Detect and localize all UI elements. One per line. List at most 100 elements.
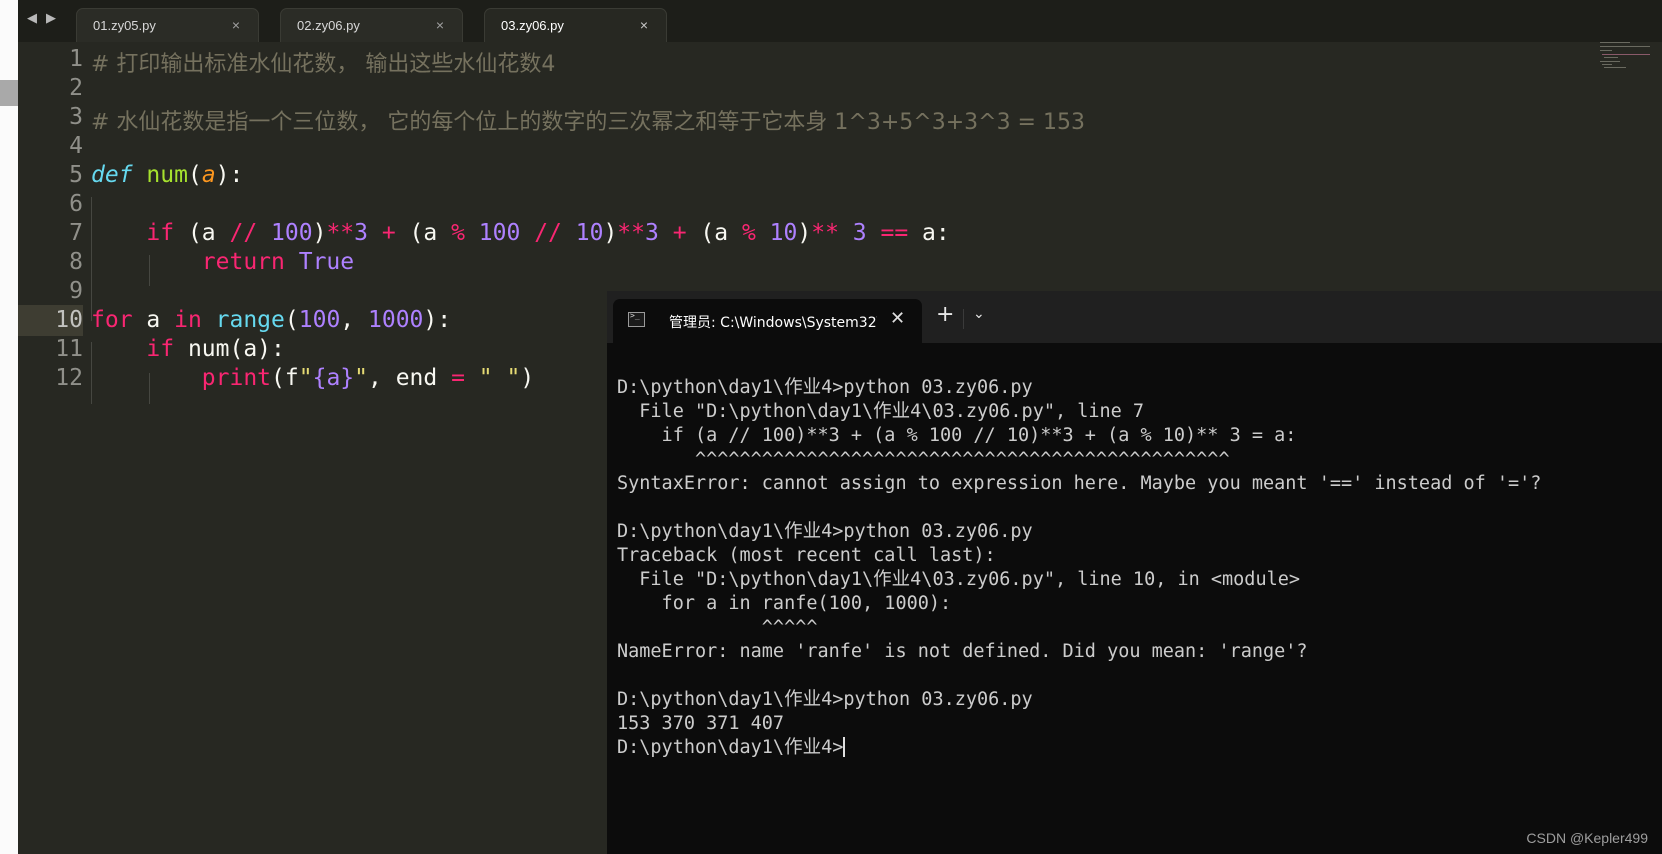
builtin-print: print	[201, 365, 272, 391]
terminal-line: D:\python\day1\作业4>python 03.zy06.py	[617, 689, 1033, 710]
keyword: if	[146, 336, 175, 362]
constant: True	[284, 249, 355, 275]
tab-label: 02.zy06.py	[297, 18, 360, 33]
terminal-prompt-line[interactable]: D:\python\day1\作业4>	[617, 736, 1541, 760]
line-number: 10	[55, 307, 83, 333]
new-tab-button[interactable]: +	[936, 302, 954, 327]
operator: ==	[866, 220, 909, 246]
code-text: num(a):	[174, 336, 285, 362]
keyword: if	[146, 220, 175, 246]
paren: ):	[215, 162, 244, 188]
paren: (	[187, 162, 202, 188]
tab-close-icon[interactable]: ×	[436, 17, 444, 33]
terminal-line: File "D:\python\day1\作业4\03.zy06.py", li…	[617, 401, 1145, 422]
terminal-line: 153 370 371 407	[617, 713, 785, 734]
terminal-output[interactable]: D:\python\day1\作业4>python 03.zy06.py Fil…	[617, 376, 1541, 760]
tab-forward-icon[interactable]: ▶	[46, 11, 56, 26]
minimap[interactable]	[1600, 42, 1652, 72]
code-line-6: 6	[18, 189, 1662, 220]
function-name: num	[146, 162, 188, 188]
terminal-tab[interactable]: 管理员: C:\Windows\System32\cmd.exe ✕	[613, 299, 922, 343]
number: 10	[755, 220, 798, 246]
code-text: a	[132, 307, 175, 333]
code-text: )	[520, 365, 535, 391]
code-line-7: 7 if (a // 100)**3 + (a % 100 // 10)**3 …	[18, 218, 1662, 249]
terminal-line: D:\python\day1\作业4>python 03.zy06.py	[617, 377, 1033, 398]
tab-back-icon[interactable]: ◀	[27, 11, 37, 26]
terminal-line: for a in ranfe(100, 1000):	[617, 593, 952, 614]
number: 3	[354, 220, 368, 246]
code-line-4: 4	[18, 131, 1662, 162]
terminal-titlebar: 管理员: C:\Windows\System32\cmd.exe ✕ + ⌄	[607, 291, 1662, 343]
line-number: 1	[69, 46, 83, 72]
code-line-2: 2	[18, 73, 1662, 104]
code-text: (a	[686, 220, 742, 246]
cmd-icon	[628, 311, 645, 327]
line-number: 7	[69, 220, 83, 246]
code-text: (f	[271, 365, 299, 391]
operator: //	[229, 220, 258, 246]
operator: %	[741, 220, 756, 246]
strip-marker	[0, 80, 18, 106]
line-number: 4	[69, 133, 83, 159]
keyword: in	[174, 307, 202, 333]
code-text: (a	[174, 220, 230, 246]
code-text: )	[312, 220, 327, 246]
code-line-3: 3 # 水仙花数是指一个三位数， 它的每个位上的数字的三次幂之和等于它本身 1^…	[18, 102, 1662, 135]
code-text: (	[284, 307, 299, 333]
number: 1000	[368, 307, 424, 333]
number: 3	[645, 220, 659, 246]
line-number: 5	[69, 162, 83, 188]
builtin: range	[201, 307, 285, 333]
keyword: return	[201, 249, 285, 275]
operator: =	[451, 365, 465, 391]
terminal-line: if (a // 100)**3 + (a % 100 // 10)**3 + …	[617, 425, 1297, 446]
tab-01-zy05[interactable]: 01.zy05.py ×	[76, 8, 259, 42]
code-line-8: 8 return True	[18, 247, 1662, 278]
parameter: a	[201, 162, 216, 188]
fstring-expr: {a}	[312, 365, 355, 391]
tab-close-icon[interactable]: ×	[640, 17, 648, 33]
terminal-window[interactable]: 管理员: C:\Windows\System32\cmd.exe ✕ + ⌄ D…	[607, 291, 1662, 854]
operator: %	[451, 220, 465, 246]
code-text: a:	[908, 220, 950, 246]
editor-tab-bar: ◀ ▶ 01.zy05.py × 02.zy06.py × 03.zy06.py…	[18, 0, 1662, 42]
text-cursor	[843, 737, 846, 757]
string: "	[298, 365, 313, 391]
string: " "	[464, 365, 521, 391]
line-number: 9	[69, 278, 83, 304]
operator: **	[811, 220, 839, 246]
number: 100	[298, 307, 341, 333]
line-number: 2	[69, 75, 83, 101]
tab-02-zy06[interactable]: 02.zy06.py ×	[280, 8, 463, 42]
tab-label: 03.zy06.py	[501, 18, 564, 33]
close-icon[interactable]: ✕	[890, 308, 905, 329]
code-line-5: 5 def num(a):	[18, 160, 1662, 191]
tab-close-icon[interactable]: ×	[232, 17, 240, 33]
line-number: 11	[55, 336, 83, 362]
number: 100	[257, 220, 313, 246]
code-text: , end	[368, 365, 452, 391]
code-text: )	[603, 220, 618, 246]
code-line-1: 1 # 打印输出标准水仙花数， 输出这些水仙花数4	[18, 44, 1662, 77]
terminal-line: ^^^^^^^^^^^^^^^^^^^^^^^^^^^^^^^^^^^^^^^^…	[617, 449, 1230, 470]
number: 10	[561, 220, 604, 246]
number: 100	[464, 220, 521, 246]
operator: +	[658, 220, 687, 246]
line-number: 12	[55, 365, 83, 391]
tab-03-zy06[interactable]: 03.zy06.py ×	[484, 8, 667, 42]
operator: //	[520, 220, 562, 246]
chevron-down-icon[interactable]: ⌄	[973, 306, 985, 322]
watermark: CSDN @Kepler499	[1526, 830, 1648, 846]
terminal-line: File "D:\python\day1\作业4\03.zy06.py", li…	[617, 569, 1301, 590]
tab-label: 01.zy05.py	[93, 18, 156, 33]
divider	[963, 309, 964, 329]
terminal-line: Traceback (most recent call last):	[617, 545, 996, 566]
terminal-line: ^^^^^	[617, 617, 818, 638]
keyword: for	[91, 307, 133, 333]
terminal-line: NameError: name 'ranfe' is not defined. …	[617, 641, 1308, 662]
terminal-line: SyntaxError: cannot assign to expression…	[617, 473, 1542, 494]
operator: **	[617, 220, 645, 246]
terminal-prompt: D:\python\day1\作业4>	[617, 737, 844, 758]
